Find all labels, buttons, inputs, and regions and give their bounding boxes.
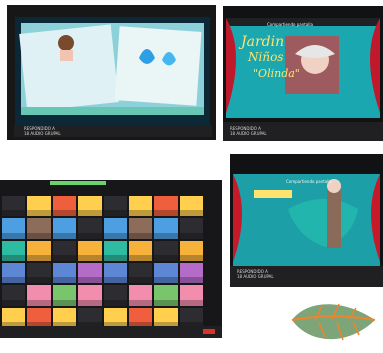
participant-tile[interactable] [103,196,127,217]
participant-tile[interactable] [52,240,77,261]
participant-tile[interactable] [179,196,203,217]
participant-tile[interactable] [2,218,26,239]
participant-tile[interactable] [2,307,26,328]
photo-bottom-left [0,180,222,338]
title-line-3: "Olinda" [253,67,300,80]
participant-tile[interactable] [103,240,127,261]
participant-tile[interactable] [52,196,77,217]
participant-tile[interactable] [154,263,178,284]
participant-tile[interactable] [78,285,102,306]
participant-tile[interactable] [27,218,51,239]
participant-tile[interactable] [179,218,203,239]
participant-tile[interactable] [2,285,26,306]
screen-share-banner: Compartiendo pantalla [267,22,313,27]
participant-tile[interactable] [27,307,51,328]
photo-top-left: RESPONDIDO A 18 AUDIO GRUPAL [7,5,216,140]
participant-tile[interactable] [27,196,51,217]
leaf-decoration [291,303,376,341]
participant-tile[interactable] [78,196,102,217]
classroom-screen-illustration [14,17,212,137]
participant-tile[interactable] [2,240,26,261]
caption-bottom-right: RESPONDIDO A 18 AUDIO GRUPAL [237,269,274,279]
active-speaker-indicator [50,181,106,185]
participant-tile[interactable] [78,218,102,239]
toolbar [0,326,222,338]
participant-tile[interactable] [154,196,178,217]
title-line-1: Jardin [241,34,285,50]
photo-top-right: Compartiendo pantalla Jardin Niños "Olin… [223,6,383,141]
participant-tile[interactable] [78,240,102,261]
participant-tile[interactable] [154,285,178,306]
participant-tile[interactable] [78,307,102,328]
participant-tile[interactable] [103,263,127,284]
title-line-2: Niños [248,50,284,64]
participant-tile[interactable] [179,285,203,306]
participant-tile[interactable] [179,240,203,261]
participant-tile[interactable] [103,307,127,328]
participant-tile[interactable] [78,263,102,284]
participant-tile[interactable] [128,263,153,284]
participant-tile[interactable] [2,196,26,217]
participant-tile[interactable] [128,218,153,239]
participant-tile[interactable] [52,285,77,306]
caption-top-right: RESPONDIDO A 18 AUDIO GRUPAL [230,126,267,136]
participant-tile[interactable] [128,285,153,306]
screen-share-banner-2: Compartiendo pantalla [286,179,332,184]
participant-tile[interactable] [27,285,51,306]
participant-tile[interactable] [128,307,153,328]
participant-tile[interactable] [52,218,77,239]
participant-tile[interactable] [52,263,77,284]
participant-tile[interactable] [27,263,51,284]
participant-tile[interactable] [103,218,127,239]
caption-top-left: RESPONDIDO A 18 AUDIO GRUPAL [24,126,61,136]
participant-tile[interactable] [27,240,51,261]
participant-grid [0,194,205,330]
participant-tile[interactable] [154,240,178,261]
exit-button[interactable] [203,329,215,334]
participant-tile[interactable] [52,307,77,328]
participant-tile[interactable] [154,307,178,328]
presentation-stage-illustration [230,174,383,287]
participant-tile[interactable] [103,285,127,306]
participant-tile[interactable] [179,307,203,328]
participant-tile[interactable] [179,263,203,284]
photo-bottom-right: Compartiendo pantalla RESPONDIDO A 18 AU… [230,154,383,287]
participant-tile[interactable] [128,240,153,261]
participant-tile[interactable] [154,218,178,239]
participant-tile[interactable] [128,196,153,217]
participant-tile[interactable] [2,263,26,284]
